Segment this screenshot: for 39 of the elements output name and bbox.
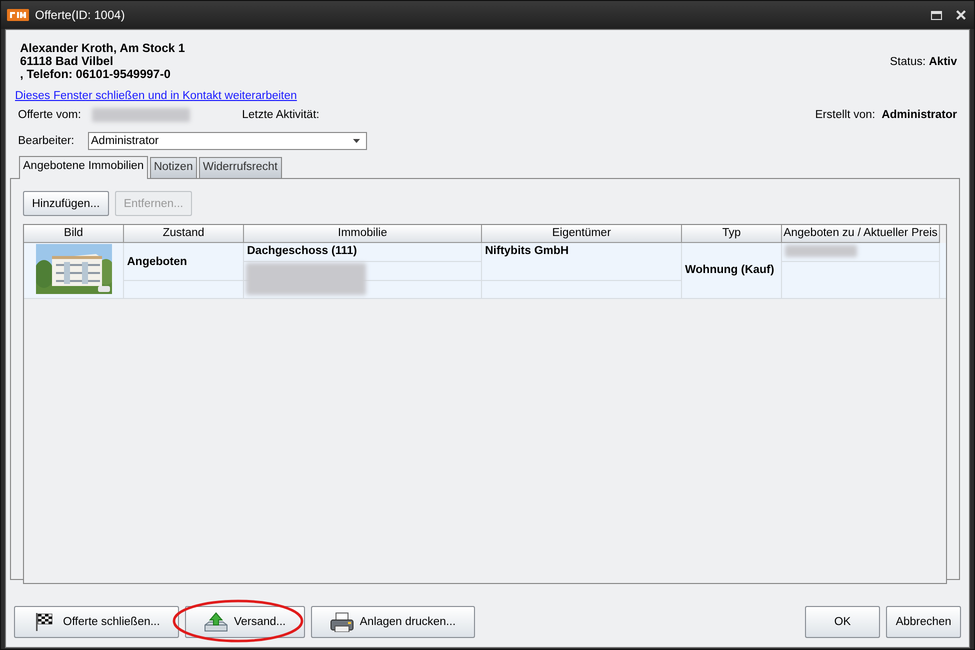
column-header[interactable]: Eigentümer: [482, 225, 682, 243]
send-button[interactable]: Versand...: [184, 606, 305, 638]
print-attachments-button[interactable]: Anlagen drucken...: [310, 606, 475, 638]
add-button[interactable]: Hinzufügen...: [23, 191, 109, 216]
status-label: Status:: [890, 56, 926, 68]
tab[interactable]: Notizen: [150, 157, 197, 178]
maximize-icon[interactable]: [931, 10, 942, 20]
table-cell: Dachgeschoss (111): [247, 245, 357, 257]
tray-arrow-icon: [204, 612, 228, 632]
close-offer-button[interactable]: Offerte schließen...: [14, 606, 179, 638]
table-cell: Angeboten: [127, 256, 188, 268]
table-cell: Niftybits GmbH: [485, 245, 569, 257]
close-icon[interactable]: [956, 10, 966, 20]
contact-line: 61118 Bad Vilbel: [20, 55, 114, 68]
ok-button[interactable]: OK: [805, 606, 880, 638]
blurred-value: [785, 245, 857, 257]
last-activity-label: Letzte Aktivität:: [242, 109, 320, 121]
column-header[interactable]: Bild: [24, 225, 124, 243]
editor-label: Bearbeiter:: [17, 135, 72, 147]
tab[interactable]: Angebotene Immobilien: [19, 156, 148, 179]
tab[interactable]: Widerrufsrecht: [198, 157, 282, 178]
contact-line: , Telefon: 06101-9549997-0: [20, 68, 172, 81]
printer-icon: [330, 612, 354, 632]
cancel-button[interactable]: Abbrechen: [886, 606, 961, 638]
created-by-value: Administrator: [882, 109, 957, 121]
offer-date-label: Offerte vom:: [17, 109, 82, 121]
table-cell: Wohnung (Kauf): [685, 264, 774, 276]
window-title: Offerte(ID: 1004): [35, 8, 126, 22]
app-logo-icon: [7, 9, 29, 21]
close-window-link[interactable]: Dieses Fenster schließen und in Kontakt weiterarbeiten: [15, 90, 297, 102]
column-header[interactable]: Angeboten zu / Aktueller Preis: [782, 225, 940, 243]
contact-line: Alexander Kroth, Am Stock 1: [20, 42, 185, 55]
column-header[interactable]: Zustand: [124, 225, 244, 243]
column-header[interactable]: Typ: [682, 225, 782, 243]
status-value: Aktiv: [928, 56, 957, 68]
column-header[interactable]: Immobilie: [244, 225, 482, 243]
dropdown-arrow-icon: [353, 139, 360, 143]
created-by-label: Erstellt von:: [815, 109, 876, 121]
editor-dropdown[interactable]: Administrator: [88, 132, 367, 150]
